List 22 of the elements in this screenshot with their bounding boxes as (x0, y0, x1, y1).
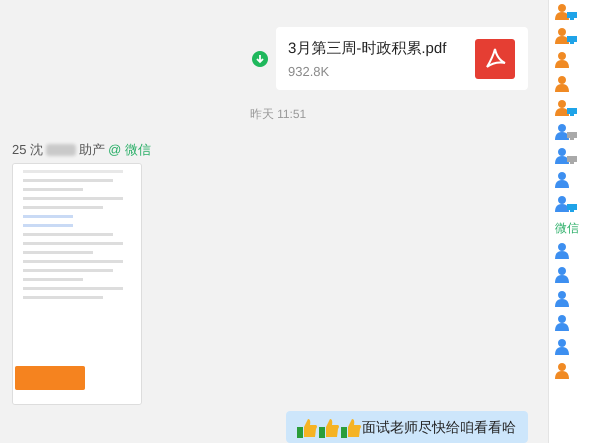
group-title: 微信 (555, 220, 580, 237)
user-icon[interactable] (555, 195, 579, 213)
thumbs-up-icon (296, 417, 318, 439)
message-text: 面试老师尽快给咱看看哈 (362, 419, 516, 437)
user-icon[interactable] (555, 147, 579, 165)
file-size: 932.8K (288, 64, 330, 78)
user-icon[interactable] (555, 3, 579, 21)
file-card[interactable]: 3月第三周-时政积累.pdf 932.8K (276, 27, 528, 90)
download-icon[interactable] (252, 50, 268, 66)
sender-source: @ 微信 (108, 141, 151, 159)
blurred-name (46, 144, 76, 156)
timestamp: 昨天 11:51 (250, 106, 306, 123)
sender-name: 助产 (79, 141, 106, 159)
thumbs-up-icon (318, 417, 340, 439)
sender-name: 25 沈 (12, 141, 44, 159)
pdf-icon (475, 38, 515, 78)
user-icon[interactable] (555, 123, 579, 141)
file-name: 3月第三周-时政积累.pdf (288, 38, 446, 58)
thumbs-up-icon (340, 417, 362, 439)
user-icon[interactable] (555, 27, 579, 45)
screenshot-placeholder[interactable] (12, 163, 142, 405)
user-icon[interactable] (555, 99, 579, 117)
